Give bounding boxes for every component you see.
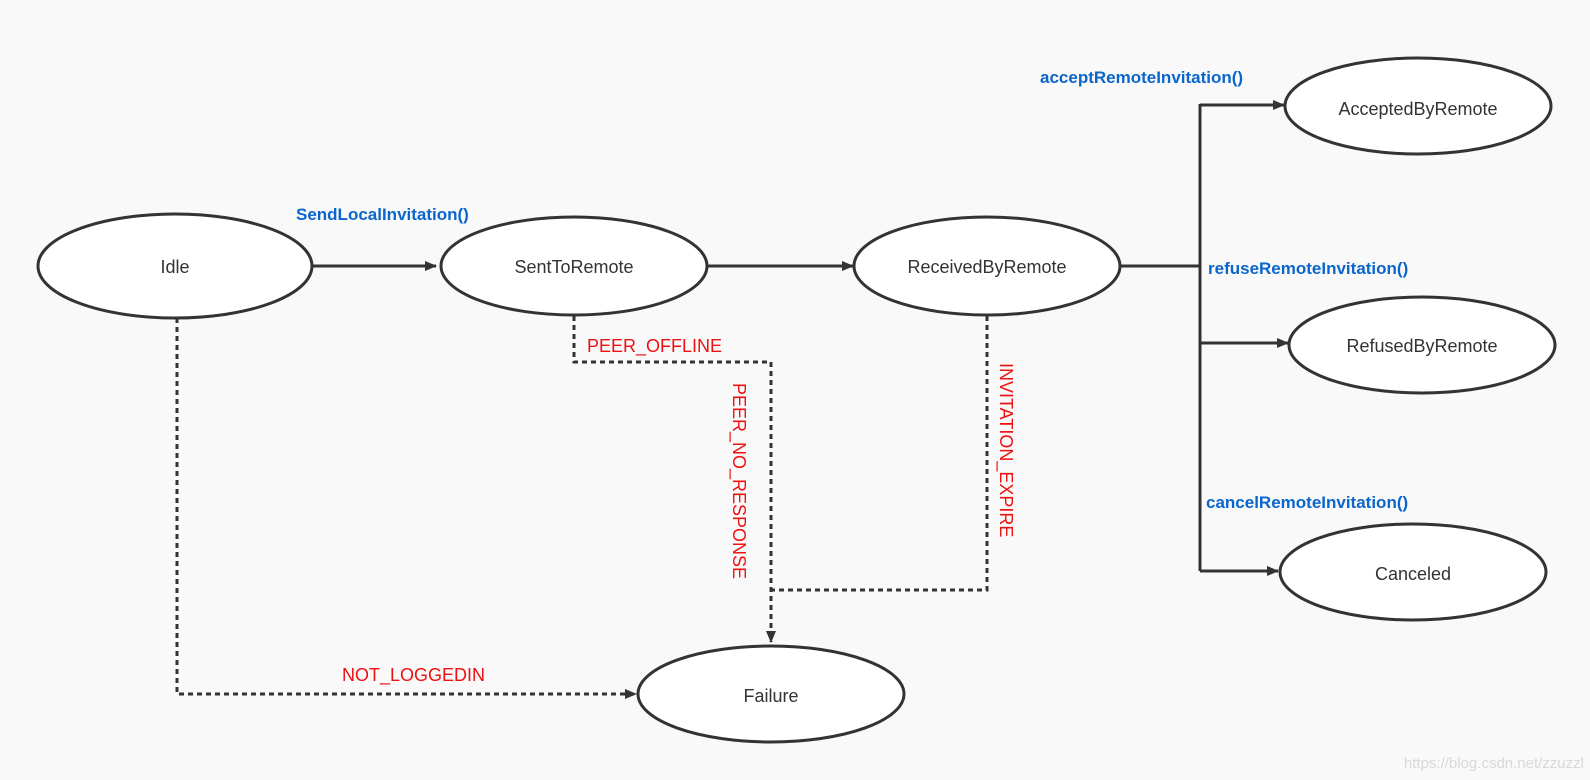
- state-idle-label: Idle: [160, 257, 189, 277]
- edge-received-to-failure: [771, 316, 989, 592]
- error-peer-no-response-label: PEER_NO_RESPONSE: [728, 383, 749, 579]
- state-failure-label: Failure: [743, 686, 798, 706]
- state-canceled-label: Canceled: [1375, 564, 1451, 584]
- error-not-loggedin-label: NOT_LOGGEDIN: [342, 665, 485, 686]
- transition-refuse-label: refuseRemoteInvitation(): [1208, 259, 1408, 278]
- state-received-label: ReceivedByRemote: [907, 257, 1066, 277]
- transition-accept-label: acceptRemoteInvitation(): [1040, 68, 1243, 87]
- state-refused-label: RefusedByRemote: [1346, 336, 1497, 356]
- edge-idle-to-failure: [175, 318, 637, 699]
- error-peer-offline-label: PEER_OFFLINE: [587, 336, 722, 357]
- state-accepted-label: AcceptedByRemote: [1338, 99, 1497, 119]
- transition-cancel-label: cancelRemoteInvitation(): [1206, 493, 1408, 512]
- transition-send-label: SendLocalInvitation(): [296, 205, 469, 224]
- error-invitation-expire-label: INVITATION_EXPIRE: [995, 363, 1016, 537]
- watermark: https://blog.csdn.net/zzuzzl: [1404, 755, 1584, 772]
- state-diagram: Idle SentToRemote ReceivedByRemote Accep…: [36, 56, 1584, 772]
- state-sent-label: SentToRemote: [514, 257, 633, 277]
